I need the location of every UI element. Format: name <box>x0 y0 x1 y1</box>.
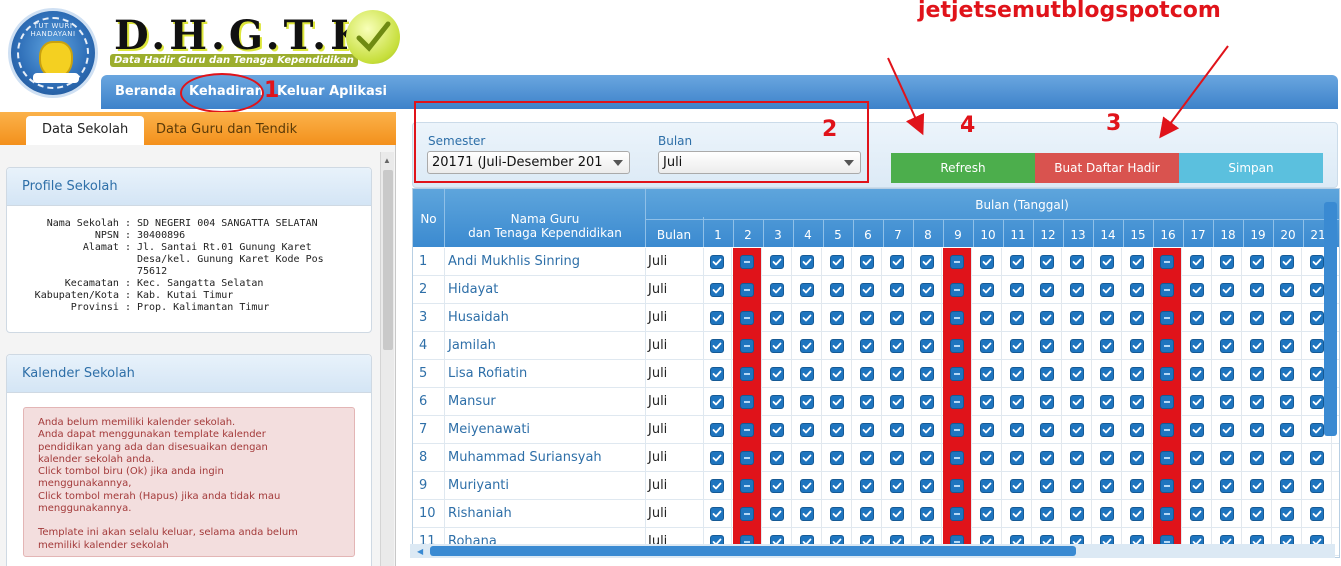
annotation-arrow-3 <box>1159 45 1229 139</box>
grid-vertical-scrollbar-thumb[interactable] <box>1324 202 1337 436</box>
grid-horizontal-scrollbar-thumb[interactable] <box>430 546 1076 556</box>
annotation-arrows <box>887 45 1229 139</box>
grid-horizontal-scrollbar[interactable]: ◀ <box>410 544 1335 558</box>
scroll-left-arrow-icon[interactable]: ◀ <box>417 547 423 556</box>
annotation-arrow-4 <box>887 57 925 136</box>
